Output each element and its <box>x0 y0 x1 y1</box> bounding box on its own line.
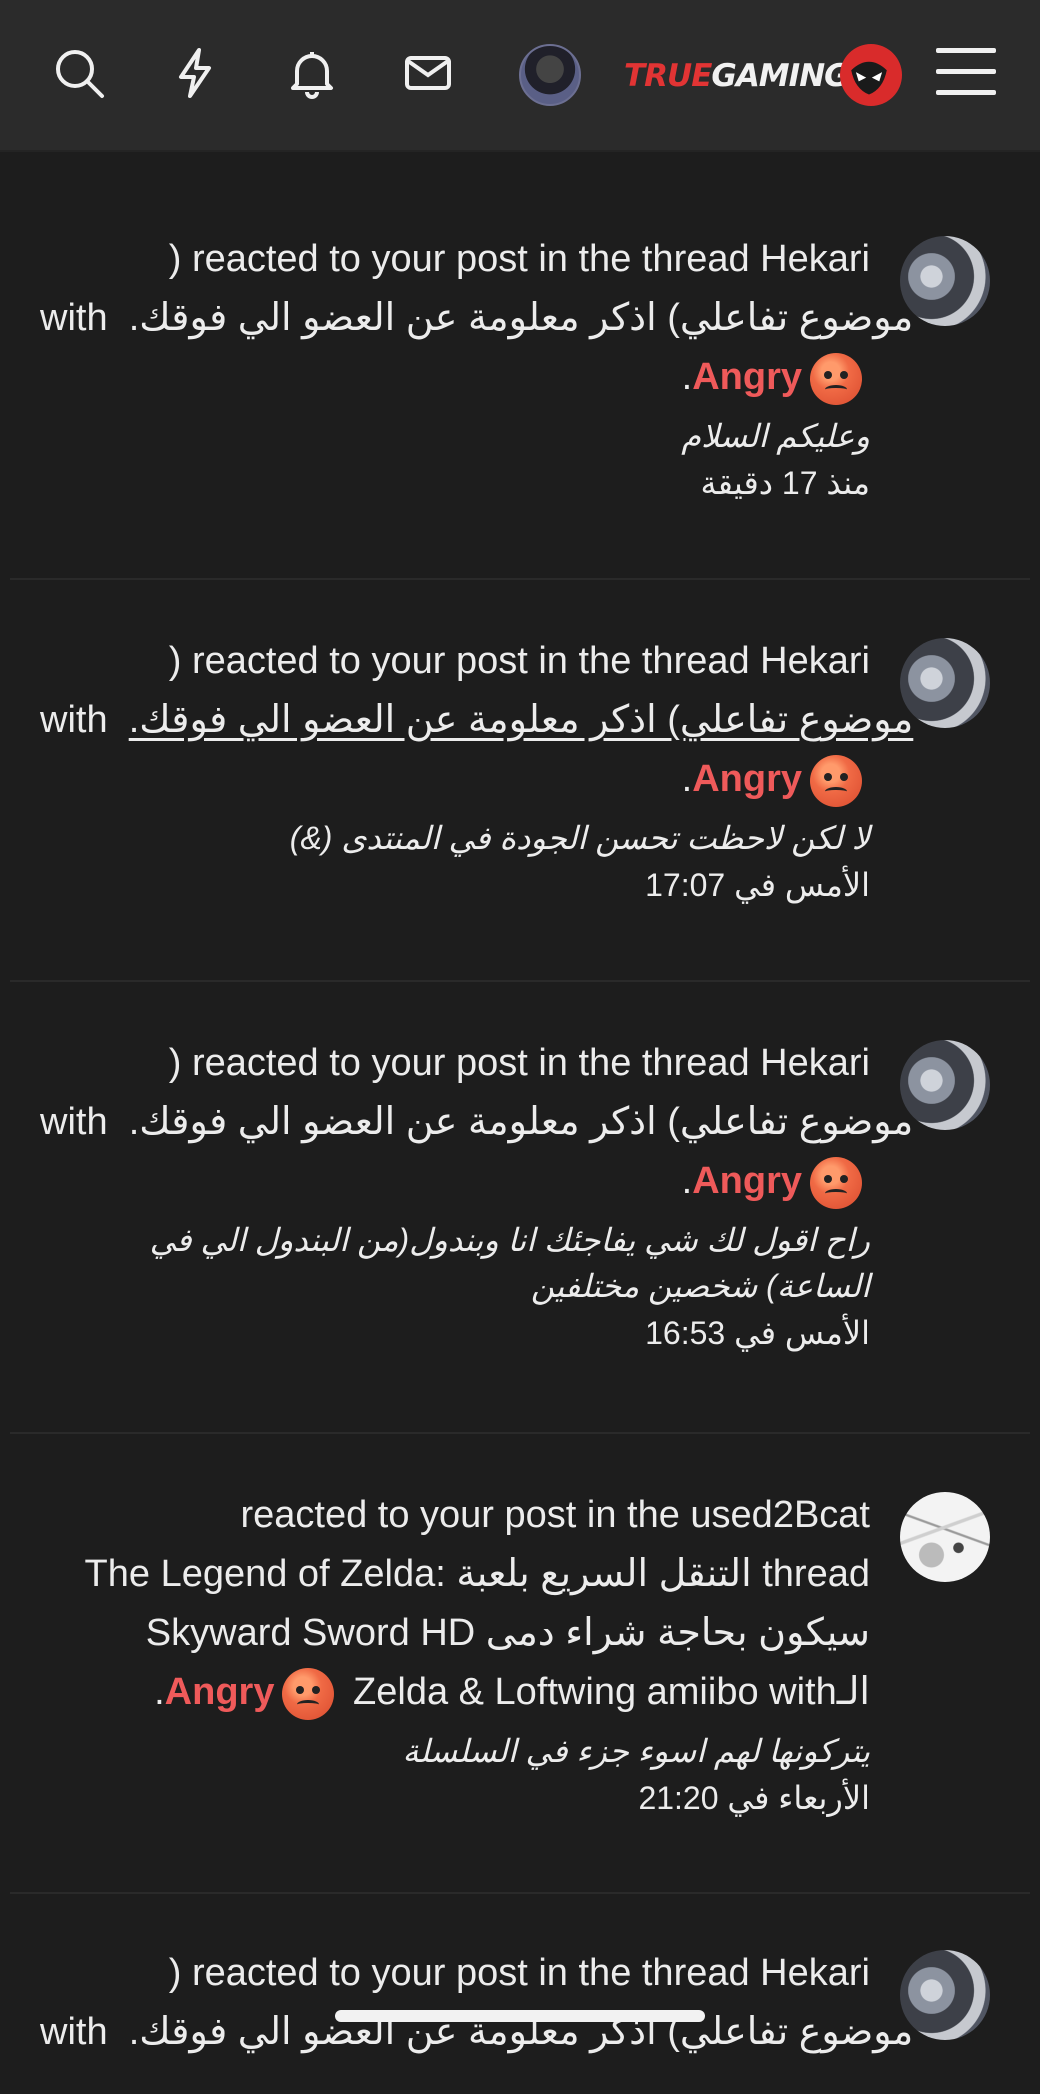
thread-link[interactable]: The Legend of Zelda: التنقل السريع بلعبة… <box>40 1545 870 1604</box>
reaction-period: . <box>681 1160 693 1202</box>
avatar[interactable] <box>900 638 990 728</box>
reaction-label: Angry <box>692 758 802 800</box>
notification-text: ) reacted to your post in the thread Hek… <box>40 632 913 909</box>
avatar[interactable] <box>900 1950 990 2040</box>
thread-link[interactable]: موضوع تفاعلي) اذكر معلومة عن العضو الي ف… <box>129 699 914 741</box>
post-snippet: راح اقول لك شي يفاجئك انا وبندول(من البن… <box>149 1222 870 1304</box>
notification-item[interactable]: ) reacted to your post in the thread Hek… <box>10 1894 1030 2094</box>
notification-line: reacted to your post in the used2Bcat <box>240 1494 870 1536</box>
user-avatar[interactable] <box>519 44 581 106</box>
thread-link[interactable]: Skyward Sword HD سيكون بحاجة شراء دمى <box>40 1604 870 1663</box>
reaction-label: Angry <box>692 356 802 398</box>
notification-line: ) reacted to your post in the thread Hek… <box>168 1952 870 1994</box>
with-text: with <box>40 699 108 741</box>
site-logo[interactable]: TRUEGAMING <box>624 56 850 96</box>
reaction-label: Angry <box>692 1160 802 1202</box>
notification-item[interactable]: ) reacted to your post in the thread Hek… <box>10 982 1030 1434</box>
with-text: with <box>40 2011 108 2053</box>
timestamp: منذ 17 دقيقة <box>700 465 870 501</box>
timestamp: الأمس في 17:07 <box>645 867 870 903</box>
post-snippet: وعليكم السلام <box>681 418 870 454</box>
angry-emoji-icon <box>810 754 862 807</box>
notification-line: with موضوع تفاعلي) اذكر معلومة عن العضو … <box>40 1093 913 1152</box>
reaction-label: Angry <box>164 1671 275 1713</box>
home-indicator[interactable] <box>335 2010 705 2022</box>
timestamp: الأربعاء في 21:20 <box>638 1780 870 1816</box>
search-icon[interactable] <box>50 44 108 102</box>
reaction-line: .Angry Zelda & Loftwing amiibo withالـ <box>40 1663 870 1722</box>
top-navigation-bar: TRUEGAMING <box>0 0 1040 152</box>
reaction-period: . <box>681 356 693 398</box>
reaction-line: .Angry <box>40 348 870 407</box>
post-snippet: يتركونها لهم اسوء جزء في السلسلة <box>402 1733 870 1769</box>
angry-emoji-icon <box>282 1667 335 1720</box>
reaction-line: .Angry <box>40 750 870 809</box>
angry-emoji-icon <box>810 352 862 405</box>
notification-text: ) reacted to your post in the thread Hek… <box>40 1034 913 1357</box>
notification-text: ) reacted to your post in the thread Hek… <box>40 230 913 507</box>
mail-icon[interactable] <box>399 44 457 102</box>
notification-list: ) reacted to your post in the thread Hek… <box>10 178 1030 2094</box>
notification-text: reacted to your post in the used2Bcat Th… <box>40 1486 870 1822</box>
notification-item[interactable]: ) reacted to your post in the thread Hek… <box>10 580 1030 982</box>
avatar[interactable] <box>900 1492 990 1582</box>
notification-line: with موضوع تفاعلي) اذكر معلومة عن العضو … <box>40 691 913 750</box>
notification-item[interactable]: reacted to your post in the used2Bcat Th… <box>10 1434 1030 1894</box>
reaction-line: .Angry <box>40 1152 870 1211</box>
timestamp: الأمس في 16:53 <box>645 1315 870 1351</box>
logo-mask-icon[interactable] <box>840 44 902 106</box>
with-text: with <box>40 1101 108 1143</box>
avatar[interactable] <box>900 236 990 326</box>
notification-line: ) reacted to your post in the thread Hek… <box>168 1042 870 1084</box>
with-text: with <box>40 297 108 339</box>
thread-link[interactable]: موضوع تفاعلي) اذكر معلومة عن العضو الي ف… <box>129 1101 914 1143</box>
angry-emoji-icon <box>810 1156 862 1209</box>
notification-line: ) reacted to your post in the thread Hek… <box>168 238 870 280</box>
avatar[interactable] <box>900 1040 990 1130</box>
notification-line: with موضوع تفاعلي) اذكر معلومة عن العضو … <box>40 289 913 348</box>
bell-icon[interactable] <box>283 44 341 102</box>
reaction-period: . <box>154 1671 165 1713</box>
notification-line: Zelda & Loftwing amiibo withالـ <box>353 1671 870 1713</box>
lightning-icon[interactable] <box>166 44 224 102</box>
notification-item[interactable]: ) reacted to your post in the thread Hek… <box>10 178 1030 580</box>
reaction-period: . <box>681 758 693 800</box>
notification-text: ) reacted to your post in the thread Hek… <box>40 1944 913 2062</box>
notification-line: ) reacted to your post in the thread Hek… <box>168 640 870 682</box>
thread-link[interactable]: موضوع تفاعلي) اذكر معلومة عن العضو الي ف… <box>129 297 914 339</box>
post-snippet: لا لكن لاحظت تحسن الجودة في المنتدى (&) <box>289 820 870 856</box>
hamburger-menu-icon[interactable] <box>936 48 996 98</box>
